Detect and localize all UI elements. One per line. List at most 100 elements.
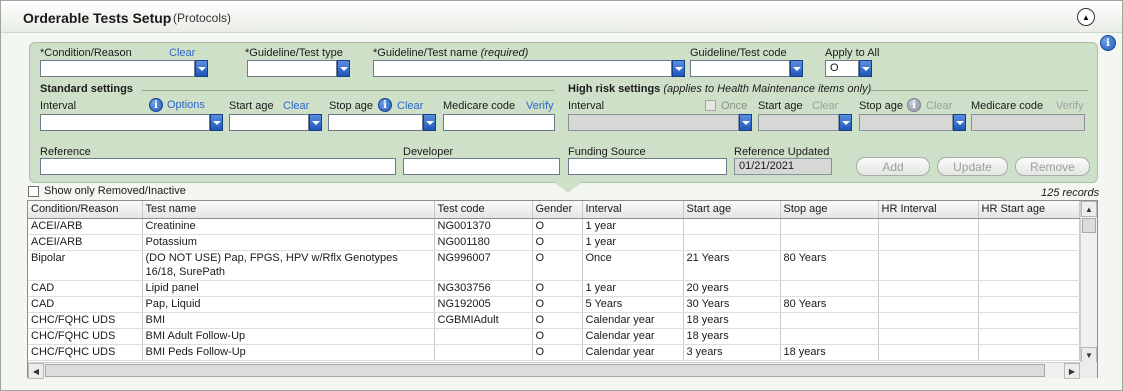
col-hr-start-age[interactable]: HR Start age [978,201,1080,219]
guideline-code-label: Guideline/Test code [690,47,787,59]
col-stop-age[interactable]: Stop age [780,201,879,219]
cell-stop-age: 18 years [780,344,879,361]
condition-clear-link[interactable]: Clear [169,47,195,59]
apply-all-field[interactable]: O [825,60,859,77]
start-age-clear-link[interactable]: Clear [283,100,309,112]
col-gender[interactable]: Gender [532,201,583,219]
scroll-down-icon[interactable]: ▼ [1081,347,1097,363]
cell-interval: Calendar year [582,312,684,329]
scroll-left-icon[interactable]: ◀ [28,363,44,379]
guideline-name-dropdown-icon[interactable] [672,60,685,77]
cell-stop-age: 80 Years [780,250,879,281]
options-info-icon[interactable]: i [149,98,163,112]
guideline-type-field[interactable] [247,60,337,77]
apply-all-dropdown-icon[interactable] [859,60,872,77]
start-age-label: Start age [229,100,274,112]
horizontal-scrollbar[interactable]: ◀ ▶ [28,362,1080,379]
guideline-type-label: *Guideline/Test type [245,47,343,59]
table-row[interactable]: CHC/FQHC UDS BMI Peds Follow-Up O Calend… [28,344,1080,361]
cell-condition: ACEI/ARB [28,234,143,251]
page-subtitle: (Protocols) [173,11,232,25]
cell-test-code: NG996007 [434,250,533,281]
cell-start-age: 18 years [683,328,781,345]
hr-start-age-dropdown-icon[interactable] [839,114,852,131]
medicare-verify-link[interactable]: Verify [526,100,554,112]
developer-field[interactable] [403,158,560,175]
remove-button[interactable]: Remove [1015,157,1090,176]
hr-start-age-clear-link[interactable]: Clear [812,100,838,112]
col-test-code[interactable]: Test code [434,201,533,219]
hr-stop-age-field[interactable] [859,114,953,131]
guideline-name-field[interactable] [373,60,672,77]
hr-stop-age-label: Stop age [859,100,904,112]
cell-hr-start-age [978,344,1080,361]
interval-field[interactable] [40,114,210,131]
cell-condition: CHC/FQHC UDS [28,312,143,329]
hr-stop-age-info-icon[interactable]: i [907,98,921,112]
cell-test-code: NG001180 [434,234,533,251]
cell-stop-age [780,312,879,329]
stop-age-info-icon[interactable]: i [378,98,392,112]
hr-once-checkbox[interactable] [705,100,716,111]
cell-start-age [683,234,781,251]
col-condition-reason[interactable]: Condition/Reason [28,201,143,219]
col-interval[interactable]: Interval [582,201,684,219]
scrollbar-corner [1080,362,1097,378]
medicare-code-field[interactable] [443,114,555,131]
update-button[interactable]: Update [937,157,1008,176]
hr-medicare-code-field[interactable] [971,114,1085,131]
options-link[interactable]: Options [167,99,205,111]
guideline-code-field[interactable] [690,60,790,77]
help-info-icon[interactable]: i [1100,35,1116,51]
hr-medicare-verify-link[interactable]: Verify [1056,100,1084,112]
funding-source-field[interactable] [568,158,727,175]
hr-stop-age-clear-link[interactable]: Clear [926,100,952,112]
start-age-field[interactable] [229,114,309,131]
col-start-age[interactable]: Start age [683,201,781,219]
cell-start-age: 18 years [683,312,781,329]
table-row[interactable]: Bipolar (DO NOT USE) Pap, FPGS, HPV w/Rf… [28,250,1080,281]
cell-stop-age [780,328,879,345]
hr-interval-dropdown-icon[interactable] [739,114,752,131]
guideline-code-dropdown-icon[interactable] [790,60,803,77]
hr-start-age-field[interactable] [758,114,839,131]
vertical-scroll-thumb[interactable] [1082,218,1096,233]
col-hr-interval[interactable]: HR Interval [878,201,979,219]
reference-updated-field: 01/21/2021 [734,158,832,175]
table-row[interactable]: CHC/FQHC UDS BMI Adult Follow-Up O Calen… [28,328,1080,345]
high-risk-header: High risk settings (applies to Health Ma… [568,83,872,95]
reference-field[interactable] [40,158,396,175]
stop-age-field[interactable] [328,114,423,131]
interval-dropdown-icon[interactable] [210,114,223,131]
table-row[interactable]: CAD Lipid panel NG303756 O 1 year 20 yea… [28,280,1080,297]
table-row[interactable]: ACEI/ARB Creatinine NG001370 O 1 year [28,218,1080,235]
scroll-up-icon[interactable]: ▲ [1081,201,1097,217]
cell-test-code [434,344,533,361]
show-removed-checkbox[interactable] [28,186,39,197]
add-button[interactable]: Add [856,157,930,176]
condition-label: *Condition/Reason [40,47,132,59]
cell-hr-start-age [978,312,1080,329]
cell-start-age: 30 Years [683,296,781,313]
stop-age-dropdown-icon[interactable] [423,114,436,131]
col-test-name[interactable]: Test name [142,201,435,219]
cell-test-name: BMI Adult Follow-Up [142,328,435,345]
cell-hr-interval [878,234,979,251]
hr-interval-field[interactable] [568,114,739,131]
scroll-right-icon[interactable]: ▶ [1064,363,1080,379]
start-age-dropdown-icon[interactable] [309,114,322,131]
collapse-up-icon[interactable]: ▲ [1077,8,1095,26]
condition-field[interactable] [40,60,195,77]
guideline-type-dropdown-icon[interactable] [337,60,350,77]
cell-interval: 5 Years [582,296,684,313]
table-row[interactable]: ACEI/ARB Potassium NG001180 O 1 year [28,234,1080,251]
horizontal-scroll-thumb[interactable] [45,364,1045,377]
table-row[interactable]: CAD Pap, Liquid NG192005 O 5 Years 30 Ye… [28,296,1080,313]
cell-stop-age [780,280,879,297]
condition-dropdown-icon[interactable] [195,60,208,77]
stop-age-clear-link[interactable]: Clear [397,100,423,112]
hr-stop-age-dropdown-icon[interactable] [953,114,966,131]
vertical-scrollbar[interactable]: ▲ ▼ [1080,201,1097,363]
table-row[interactable]: CHC/FQHC UDS BMI CGBMIAdult O Calendar y… [28,312,1080,329]
cell-interval: Once [582,250,684,281]
